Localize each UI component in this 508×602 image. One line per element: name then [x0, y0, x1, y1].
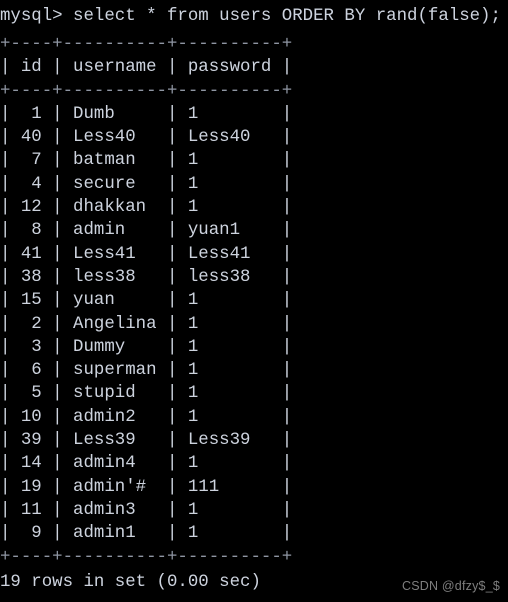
- terminal-window: mysql> select * from users ORDER BY rand…: [0, 0, 508, 602]
- table-row: | 11 | admin3 | 1 |: [0, 500, 293, 520]
- table-separator-top: +----+----------+----------+: [0, 35, 293, 54]
- table-row: | 41 | Less41 | Less41 |: [0, 244, 293, 264]
- table-header-row: | id | username | password |: [0, 58, 293, 78]
- table-row: | 7 | batman | 1 |: [0, 151, 293, 171]
- table-row: | 5 | stupid | 1 |: [0, 384, 293, 404]
- table-row: | 6 | superman | 1 |: [0, 361, 293, 381]
- table-row: | 1 | Dumb | 1 |: [0, 104, 293, 124]
- table-row: | 2 | Angelina | 1 |: [0, 314, 293, 334]
- table-separator-bottom: +----+----------+----------+: [0, 547, 293, 567]
- table-separator-header: +----+----------+----------+: [0, 81, 293, 101]
- table-row: | 38 | less38 | less38 |: [0, 267, 293, 287]
- csdn-watermark: CSDN @dfzy$_$: [402, 579, 500, 593]
- table-row: | 39 | Less39 | Less39 |: [0, 431, 293, 451]
- table-row: | 40 | Less40 | Less40 |: [0, 128, 293, 148]
- table-row: | 15 | yuan | 1 |: [0, 291, 293, 311]
- table-row: | 19 | admin'# | 111 |: [0, 477, 293, 497]
- table-row: | 4 | secure | 1 |: [0, 174, 293, 194]
- table-row: | 12 | dhakkan | 1 |: [0, 198, 293, 218]
- table-row: | 9 | admin1 | 1 |: [0, 524, 293, 544]
- command-prompt-line: mysql> select * from users ORDER BY rand…: [0, 7, 501, 26]
- table-row: | 14 | admin4 | 1 |: [0, 454, 293, 474]
- table-row: | 8 | admin | yuan1 |: [0, 221, 293, 241]
- table-row: | 10 | admin2 | 1 |: [0, 407, 293, 427]
- table-row: | 3 | Dummy | 1 |: [0, 337, 293, 357]
